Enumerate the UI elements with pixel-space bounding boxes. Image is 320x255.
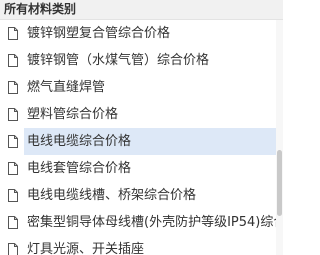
category-label: 灯具光源、开关插座 (27, 242, 145, 255)
category-label: 密集型铜导体母线槽(外壳防护等级IP54)综合价格 (27, 215, 283, 230)
category-item[interactable]: 镀锌钢管（水煤气管）综合价格 (0, 47, 283, 74)
document-icon (8, 108, 18, 121)
category-label: 镀锌钢塑复合管综合价格 (27, 26, 171, 41)
panel-header: 所有材料类别 (0, 0, 283, 20)
category-item[interactable]: 燃气直缝焊管 (0, 74, 283, 101)
document-icon (8, 189, 18, 202)
scrollbar-thumb[interactable] (277, 150, 282, 216)
category-item[interactable]: 密集型铜导体母线槽(外壳防护等级IP54)综合价格 (0, 209, 283, 236)
category-label: 镀锌钢管（水煤气管）综合价格 (27, 53, 210, 68)
category-item[interactable]: 镀锌钢塑复合管综合价格 (0, 20, 283, 47)
document-icon (8, 216, 18, 229)
document-icon (8, 243, 18, 255)
category-list: 镀锌钢塑复合管综合价格 镀锌钢管（水煤气管）综合价格 燃气直缝焊管 塑料管综合价… (0, 20, 283, 255)
scrollbar-track[interactable] (276, 20, 283, 255)
document-icon (8, 54, 18, 67)
category-label: 塑料管综合价格 (27, 107, 119, 122)
document-icon (8, 162, 18, 175)
category-item[interactable]: 电线套管综合价格 (0, 155, 283, 182)
document-icon (8, 27, 18, 40)
document-icon (8, 81, 18, 94)
category-item[interactable]: 电线电缆综合价格 (0, 128, 283, 155)
category-label: 电线电缆综合价格 (27, 134, 132, 149)
category-item[interactable]: 电线电缆线槽、桥架综合价格 (0, 182, 283, 209)
material-category-panel: 所有材料类别 镀锌钢塑复合管综合价格 镀锌钢管（水煤气管）综合价格 燃气直缝焊管 (0, 0, 283, 255)
category-label: 电线电缆线槽、桥架综合价格 (27, 188, 197, 203)
panel-title: 所有材料类别 (4, 2, 77, 16)
document-icon (8, 135, 18, 148)
category-item[interactable]: 塑料管综合价格 (0, 101, 283, 128)
category-label: 燃气直缝焊管 (27, 80, 106, 95)
category-item[interactable]: 灯具光源、开关插座 (0, 236, 283, 255)
category-label: 电线套管综合价格 (27, 161, 132, 176)
